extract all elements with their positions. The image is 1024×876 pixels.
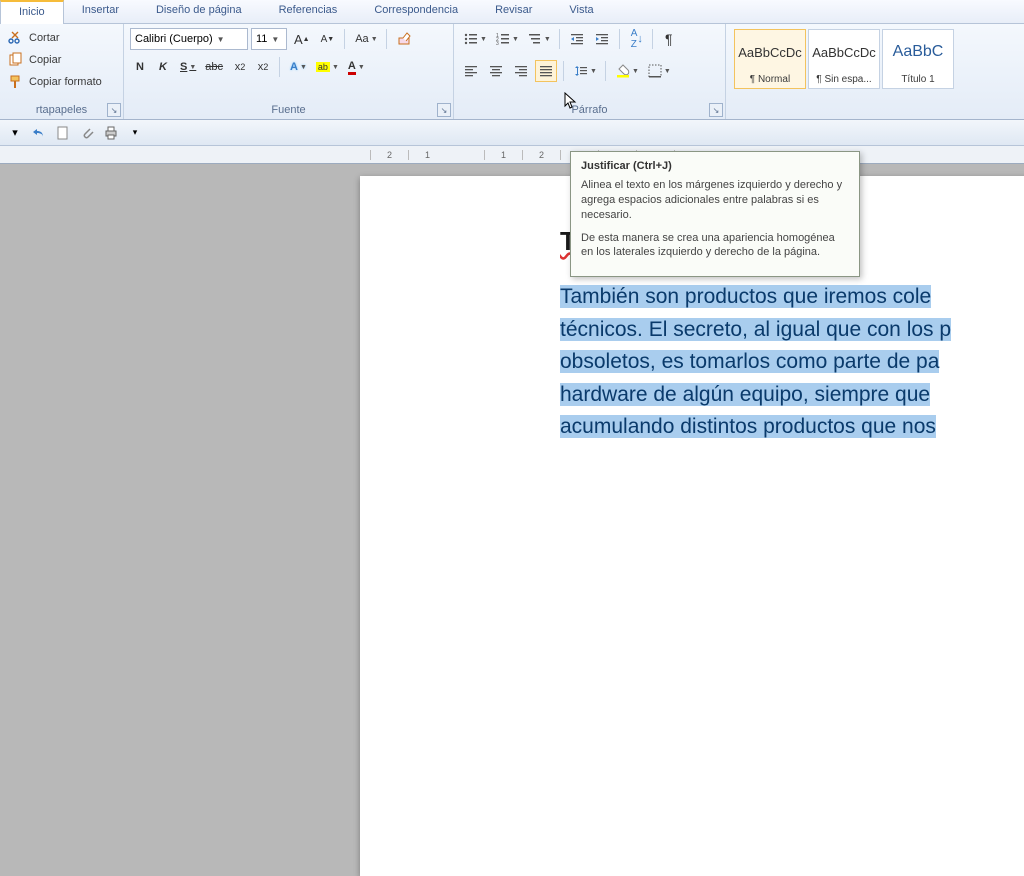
- borders-button[interactable]: ▼: [644, 60, 673, 82]
- document-workspace: 2 1 1 2 3 4 5 6 Justificar (Ctrl+J) Alin…: [0, 146, 1024, 576]
- chevron-down-icon: ▼: [271, 35, 279, 44]
- tab-insertar[interactable]: Insertar: [64, 0, 138, 23]
- cortar-label: Cortar: [29, 32, 60, 44]
- style-sin-espaciado[interactable]: AaBbCcDc ¶ Sin espa...: [808, 29, 880, 89]
- align-right-button[interactable]: [510, 60, 532, 82]
- attach-button[interactable]: [78, 124, 96, 142]
- show-paragraph-marks-button[interactable]: ¶: [659, 28, 679, 50]
- group-portapapeles: Cortar Copiar Copiar formato rtapapeles …: [0, 24, 124, 119]
- clear-formatting-button[interactable]: [393, 28, 417, 50]
- document-body[interactable]: También son productos que iremos cole té…: [560, 281, 1024, 444]
- subscript-button[interactable]: x2: [230, 56, 250, 78]
- selected-text-line: obsoletos, es tomarlos como parte de pa: [560, 350, 939, 373]
- font-size-value: 11: [256, 33, 267, 45]
- decrease-indent-button[interactable]: [566, 28, 588, 50]
- tooltip-text-2: De esta manera se crea una apariencia ho…: [581, 231, 849, 261]
- portapapeles-group-label: rtapapeles: [6, 102, 117, 119]
- align-left-button[interactable]: [460, 60, 482, 82]
- justify-button[interactable]: [535, 60, 557, 82]
- tab-diseno-pagina[interactable]: Diseño de página: [138, 0, 261, 23]
- underline-button[interactable]: S▼: [176, 56, 198, 78]
- selected-text-line: También son productos que iremos cole: [560, 285, 931, 308]
- increase-indent-button[interactable]: [591, 28, 613, 50]
- tab-revisar[interactable]: Revisar: [477, 0, 551, 23]
- ribbon-tabs: Inicio Insertar Diseño de página Referen…: [0, 0, 1024, 24]
- sort-button[interactable]: AZ↓: [626, 28, 646, 50]
- multilevel-list-button[interactable]: ▼: [524, 28, 553, 50]
- chevron-down-icon: ▼: [217, 35, 225, 44]
- svg-text:3: 3: [496, 41, 499, 46]
- fuente-dialog-launcher[interactable]: ↘: [437, 103, 451, 117]
- style-name: ¶ Sin espa...: [816, 74, 871, 88]
- group-estilos: AaBbCcDc ¶ Normal AaBbCcDc ¶ Sin espa...…: [726, 24, 1024, 119]
- qat-more[interactable]: ▾: [126, 124, 144, 142]
- style-name: Título 1: [901, 74, 934, 88]
- style-preview: AaBbCcDc: [812, 30, 876, 74]
- separator: [559, 29, 560, 49]
- grow-font-button[interactable]: A▲: [290, 28, 314, 50]
- tooltip-text-1: Alinea el texto en los márgenes izquierd…: [581, 178, 849, 223]
- parrafo-dialog-launcher[interactable]: ↘: [709, 103, 723, 117]
- tab-referencias[interactable]: Referencias: [261, 0, 357, 23]
- new-doc-button[interactable]: [54, 124, 72, 142]
- text-effects-button[interactable]: A▼: [286, 56, 309, 78]
- parrafo-group-label: Párrafo: [460, 102, 719, 119]
- separator: [605, 61, 606, 81]
- bold-button[interactable]: N: [130, 56, 150, 78]
- justify-tooltip: Justificar (Ctrl+J) Alinea el texto en l…: [570, 151, 860, 277]
- tab-inicio[interactable]: Inicio: [0, 0, 64, 24]
- selected-text-line: hardware de algún equipo, siempre que: [560, 383, 930, 406]
- style-preview: AaBbCcDc: [738, 30, 802, 74]
- document-page[interactable]: TECNICO DE PC.- También son productos qu…: [360, 176, 1024, 876]
- quick-access-toolbar: ▾ ▾: [0, 120, 1024, 146]
- format-painter-icon: [8, 74, 24, 90]
- fuente-group-label: Fuente: [130, 102, 447, 119]
- style-normal[interactable]: AaBbCcDc ¶ Normal: [734, 29, 806, 89]
- separator: [652, 29, 653, 49]
- horizontal-ruler[interactable]: 2 1 1 2 3 4 5 6: [0, 146, 1024, 164]
- group-parrafo: ▼ 123▼ ▼ AZ↓ ¶ ▼ ▼ ▼: [454, 24, 726, 119]
- change-case-button[interactable]: Aa▼: [351, 28, 379, 50]
- font-size-combo[interactable]: 11 ▼: [251, 28, 287, 50]
- style-titulo-1[interactable]: AaBbC Título 1: [882, 29, 954, 89]
- separator: [619, 29, 620, 49]
- shrink-font-button[interactable]: A▼: [317, 28, 339, 50]
- align-center-button[interactable]: [485, 60, 507, 82]
- copiar-formato-label: Copiar formato: [29, 76, 102, 88]
- tab-correspondencia[interactable]: Correspondencia: [356, 0, 477, 23]
- superscript-button[interactable]: x2: [253, 56, 273, 78]
- ribbon: Cortar Copiar Copiar formato rtapapeles …: [0, 24, 1024, 120]
- selected-text-line: técnicos. El secreto, al igual que con l…: [560, 318, 951, 341]
- undo-button[interactable]: [30, 124, 48, 142]
- copiar-label: Copiar: [29, 54, 61, 66]
- strikethrough-button[interactable]: abc: [201, 56, 227, 78]
- selected-text-line: acumulando distintos productos que nos: [560, 415, 936, 438]
- group-fuente: Calibri (Cuerpo) ▼ 11 ▼ A▲ A▼ Aa▼ N K S▼ a…: [124, 24, 454, 119]
- line-spacing-button[interactable]: ▼: [570, 60, 599, 82]
- copiar-button[interactable]: Copiar: [6, 49, 63, 71]
- separator: [344, 29, 345, 49]
- separator: [279, 57, 280, 77]
- italic-button[interactable]: K: [153, 56, 173, 78]
- portapapeles-dialog-launcher[interactable]: ↘: [107, 103, 121, 117]
- bullets-button[interactable]: ▼: [460, 28, 489, 50]
- tab-vista[interactable]: Vista: [551, 0, 612, 23]
- cortar-button[interactable]: Cortar: [6, 27, 62, 49]
- qat-dropdown[interactable]: ▾: [6, 124, 24, 142]
- style-preview: AaBbC: [893, 30, 944, 74]
- highlight-button[interactable]: ab▼: [312, 56, 341, 78]
- font-family-combo[interactable]: Calibri (Cuerpo) ▼: [130, 28, 248, 50]
- print-button[interactable]: [102, 124, 120, 142]
- font-family-value: Calibri (Cuerpo): [135, 33, 213, 45]
- copiar-formato-button[interactable]: Copiar formato: [6, 71, 104, 93]
- separator: [386, 29, 387, 49]
- scissors-icon: [8, 30, 24, 46]
- copy-icon: [8, 52, 24, 68]
- style-name: ¶ Normal: [750, 74, 790, 88]
- tooltip-title: Justificar (Ctrl+J): [581, 160, 849, 172]
- font-color-button[interactable]: A▼: [344, 56, 367, 78]
- shading-button[interactable]: ▼: [612, 60, 641, 82]
- separator: [563, 61, 564, 81]
- numbering-button[interactable]: 123▼: [492, 28, 521, 50]
